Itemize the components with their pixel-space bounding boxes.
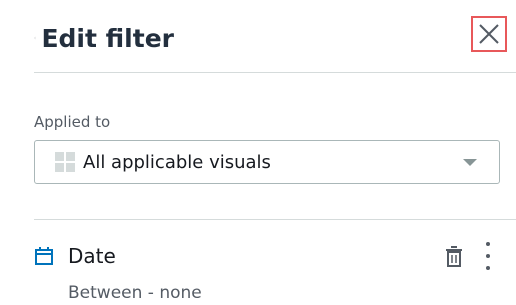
page-title: Edit filter [41, 23, 174, 53]
applied-to-label: Applied to [34, 113, 111, 131]
chevron-left-icon [34, 36, 36, 40]
edit-filter-panel: Edit filter Applied to All applicable vi… [0, 0, 516, 305]
calendar-icon [35, 247, 53, 265]
filter-description: Between - none [68, 283, 202, 303]
panel-header: Edit filter [0, 0, 516, 73]
applied-to-dropdown[interactable]: All applicable visuals [34, 140, 500, 184]
close-button[interactable] [471, 16, 507, 52]
back-button[interactable]: Edit filter [34, 20, 174, 56]
close-icon [479, 24, 499, 44]
trash-icon[interactable] [443, 245, 465, 269]
grid-icon [55, 152, 75, 172]
applied-to-value: All applicable visuals [83, 151, 271, 173]
caret-down-icon [463, 159, 477, 166]
filter-name: Date [68, 244, 116, 268]
header-divider [34, 72, 516, 73]
more-vertical-icon[interactable] [480, 242, 496, 270]
filter-item[interactable]: Date Between - none [0, 220, 516, 305]
